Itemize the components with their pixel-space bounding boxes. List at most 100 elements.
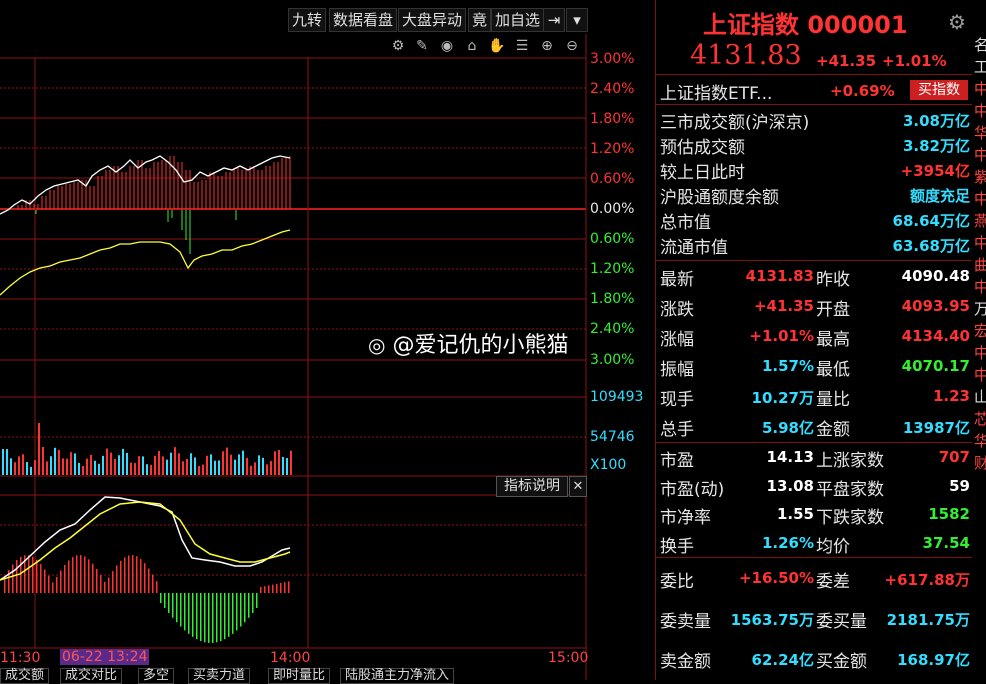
field-label: 委比 [660,572,694,592]
macd-bar [40,564,42,593]
volume-bar [86,458,88,475]
volume-axis-label: 54746 [590,429,635,445]
related-stock-initial[interactable]: 芯 [974,408,986,430]
tab-long-short[interactable]: 多空 [138,668,175,684]
x-axis-label-left: 11:30 [0,650,41,666]
volume-bar [106,448,108,475]
related-stock-initial[interactable]: 华 [974,430,986,452]
macd-bar [156,581,158,593]
related-stock-initial[interactable]: 中 [974,232,986,254]
divider [656,104,972,105]
related-stock-initial[interactable]: 中 [974,78,986,100]
zoom-in-icon[interactable]: ⊕ [538,37,556,55]
related-stock-initial[interactable]: 中 [974,276,986,298]
related-stock-initial[interactable]: 中 [974,188,986,210]
buy-index-button[interactable]: 买指数 [910,80,968,100]
macd-bar [96,569,98,593]
macd-bar [252,593,254,613]
macd-bar [188,593,190,634]
grab-icon[interactable]: ☰ [513,37,531,55]
volume-bar [202,464,204,475]
field-label: 振幅 [660,360,694,380]
exit-panel-icon[interactable]: ⇥ [543,8,565,32]
field-value: 37.54 [922,533,970,552]
stat-label: 总市值 [660,213,711,233]
settings-icon[interactable]: ⚙ [389,37,407,55]
weibo-icon: ◎ [368,333,386,357]
divider [656,442,972,443]
volume-bar [118,455,120,475]
cursor-time-label: 06-22 13:24 [60,649,150,665]
related-stock-initial[interactable]: 宏 [974,320,986,342]
gear-icon[interactable]: ⚙ [948,10,966,34]
tab-turnover[interactable]: 成交额 [0,668,50,684]
related-stock-initial[interactable]: 中 [974,144,986,166]
volume-bar [82,465,84,475]
zoom-out-icon[interactable]: ⊖ [563,37,581,55]
related-stock-initial[interactable]: 万 [974,298,986,320]
market-alert-button[interactable]: 大盘异动 [398,8,467,32]
auction-button[interactable]: 竟 [468,8,492,32]
macd-bar [180,593,182,627]
field-value: +617.88万 [884,571,970,589]
axis-label: 2.40% [590,81,635,97]
volume-bar [186,458,188,475]
field-label: 金额 [816,420,850,440]
field-value: 13.08 [766,476,814,495]
related-stock-initial[interactable]: 华 [974,122,986,144]
volume-bar [250,465,252,475]
volume-bar [18,456,20,475]
volume-bar [278,449,280,475]
stat-label: 流通市值 [660,238,728,258]
volume-bar [98,463,100,475]
macd-bar [108,577,110,593]
nine-turn-button[interactable]: 九转 [288,8,327,32]
volume-bar [146,464,148,475]
indicator-help-button[interactable]: 指标说明 [496,476,568,497]
macd-bar [256,593,258,609]
related-stock-initial[interactable]: 中 [974,342,986,364]
macd-bar [112,571,114,593]
pen-icon[interactable]: ✎ [413,37,431,55]
volume-bar [238,454,240,475]
axis-label: 0.60% [590,231,635,247]
related-stock-initial[interactable]: 燕 [974,210,986,232]
tab-northbound-flow[interactable]: 陆股通主力净流入 [340,668,455,684]
related-stock-initial[interactable]: 工 [974,56,986,78]
field-value: 10.27万 [751,389,814,407]
hand-icon[interactable]: ✋ [488,37,506,55]
volume-bar [130,462,132,475]
tab-volume-ratio[interactable]: 即时量比 [268,668,331,684]
last-price: 4131.83 [690,40,802,71]
related-stock-initial[interactable]: 曲 [974,254,986,276]
intraday-chart[interactable]: 九转 数据看盘 大盘异动 竟 加自选 ⇥ ▾ ⚙ ✎ ◉ ⌂ ✋ ☰ ⊕ ⊖ 3… [0,0,655,684]
chevron-down-icon[interactable]: ▾ [566,8,588,32]
volume-bar [174,447,176,475]
close-icon[interactable]: ✕ [569,476,587,497]
volume-bar [242,450,244,475]
field-value: 5.98亿 [761,419,814,437]
volume-bar [94,460,96,475]
volume-bar [42,447,44,475]
related-stock-initial[interactable]: 财 [974,452,986,474]
etf-name[interactable]: 上证指数ETF... [660,79,772,104]
macd-bar [12,564,14,593]
stat-value: 68.64万亿 [892,212,970,230]
tab-buy-sell-force[interactable]: 买卖力道 [188,668,251,684]
basket-icon[interactable]: ⌂ [463,37,481,55]
volume-bar [10,458,12,475]
add-watchlist-button[interactable]: 加自选 [491,8,545,32]
related-stock-initial[interactable]: 名 [974,34,986,56]
macd-bar [84,556,86,593]
volume-bar [166,459,168,475]
stat-value: 63.68万亿 [892,237,970,255]
field-value: 4090.48 [901,267,970,285]
eye-icon[interactable]: ◉ [438,37,456,55]
data-board-button[interactable]: 数据看盘 [329,8,398,32]
related-stock-initial[interactable]: 中 [974,100,986,122]
macd-bar [48,575,50,593]
related-stock-initial[interactable]: 山 [974,386,986,408]
related-stock-initial[interactable]: 紫 [974,166,986,188]
related-stock-initial[interactable]: 中 [974,364,986,386]
tab-turnover-compare[interactable]: 成交对比 [60,668,123,684]
